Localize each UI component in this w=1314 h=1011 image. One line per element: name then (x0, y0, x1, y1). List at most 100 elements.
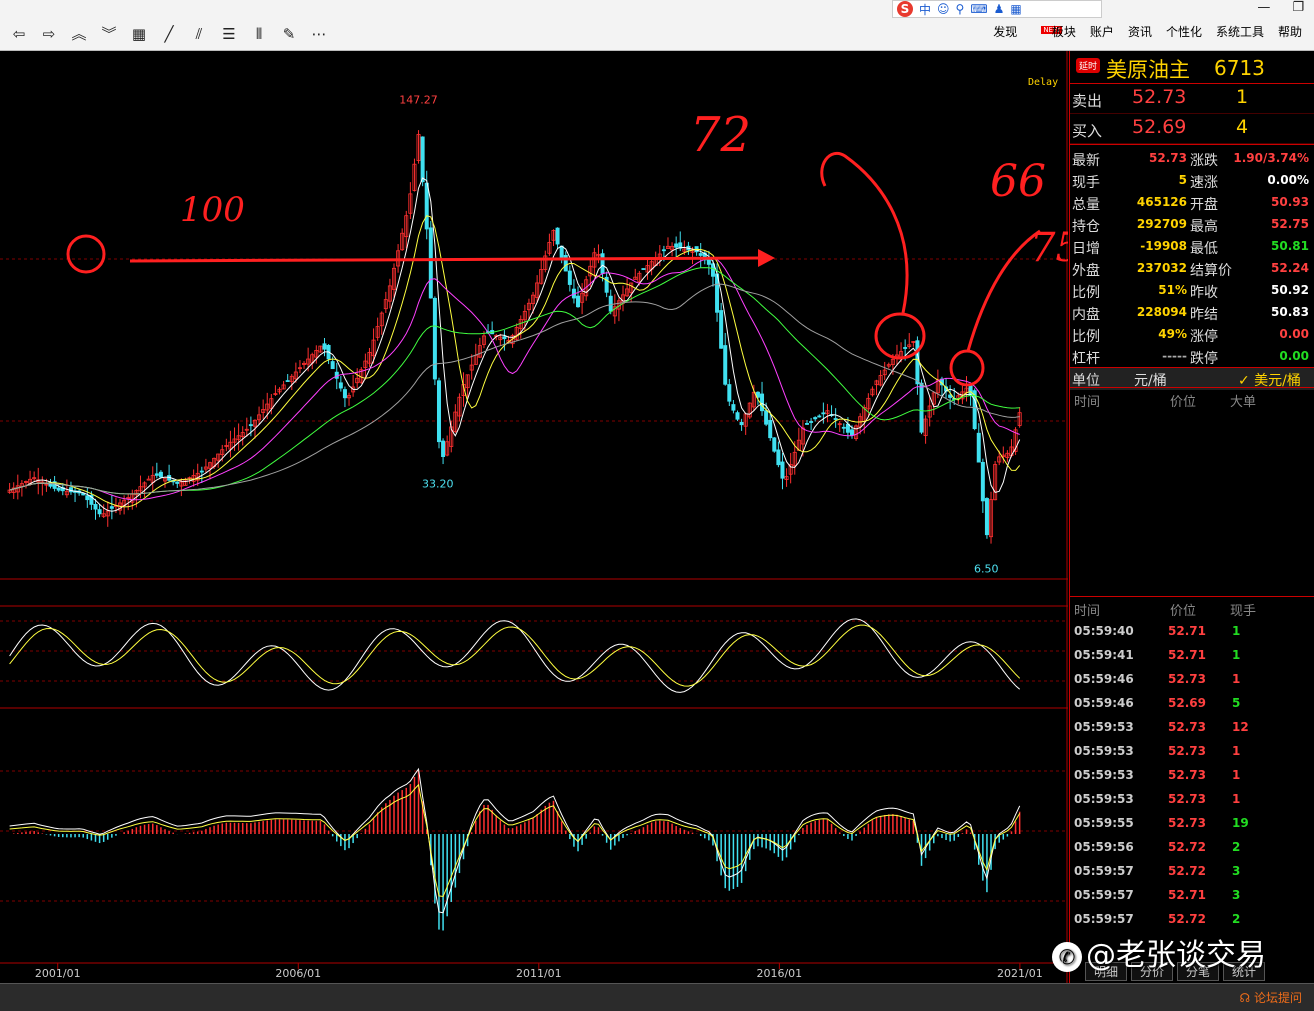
candle-body (772, 437, 777, 452)
candle-body (428, 227, 433, 299)
tick-qty: 1 (1232, 624, 1241, 638)
forum-link[interactable]: ☊ 论坛提问 (1240, 989, 1303, 1006)
x-tick-label: 2016/01 (756, 967, 802, 980)
candle-body (608, 295, 613, 312)
stat-label: 跌停 (1190, 351, 1218, 367)
main-menu: 发现 NEW 板块 账户 资讯 个性化 系统工具 帮助 (993, 23, 1302, 40)
stat-value: 50.81 (1271, 239, 1309, 253)
tick-time: 05:59:53 (1074, 744, 1134, 758)
chart-area[interactable]: 147.27 33.20 6.50 Delay 2001/01 2006/01 2011/0… (0, 51, 1068, 983)
candle-body (698, 253, 703, 256)
menu-item-5[interactable]: 系统工具 (1216, 23, 1264, 40)
ma60-line (9, 283, 1020, 495)
tick-qty: 1 (1232, 768, 1241, 782)
stat-value: 0.00% (1267, 173, 1309, 187)
chevron-up-icon[interactable]: ︽ (66, 24, 92, 44)
stat-label: 现手 (1072, 175, 1100, 191)
tick-time: 05:59:57 (1074, 864, 1134, 878)
candle-body (109, 506, 114, 509)
candle-body (567, 270, 572, 285)
tick-row: 05:59:53 52.73 1 (1070, 739, 1314, 763)
big-header-price: 价位 (1170, 395, 1197, 410)
window-controls: — ❐ (1257, 0, 1304, 15)
tick-row: 05:59:53 52.73 1 (1070, 763, 1314, 787)
tick-time: 05:59:56 (1074, 840, 1134, 854)
minimize-button[interactable]: — (1257, 0, 1270, 15)
menu-item-0[interactable]: 发现 NEW (993, 23, 1062, 40)
back-icon[interactable]: ⇦ (6, 24, 32, 44)
big-order-header: 时间 价位 大单 (1070, 388, 1314, 410)
ime-keyboard-icon[interactable]: ⌨ (970, 2, 987, 16)
buy-row: 买入 52.69 4 (1070, 114, 1314, 144)
ime-logo: S (897, 1, 913, 17)
candle-body (735, 412, 740, 420)
watermark-text: @老张谈交易 (1086, 938, 1266, 973)
candle-body (199, 470, 204, 473)
ime-grid-icon[interactable]: ▦ (1010, 2, 1021, 16)
candle-body (576, 295, 581, 308)
stat-value: 292709 (1136, 217, 1187, 231)
ime-skin-icon[interactable]: ♟ (994, 2, 1005, 16)
tick-price: 52.72 (1168, 840, 1206, 854)
quote-row: 比例 49% 涨停 0.00 (1070, 323, 1314, 345)
candle-body (661, 249, 666, 252)
tick-qty: 1 (1232, 672, 1241, 686)
candle-body (805, 423, 810, 425)
more-icon[interactable]: ⋯ (306, 24, 332, 44)
ime-lang[interactable]: 中 (919, 1, 931, 18)
stat-label: 最低 (1190, 241, 1218, 257)
stat-label: 外盘 (1072, 263, 1100, 279)
vertical-lines-icon[interactable]: ⦀ (246, 24, 272, 44)
restore-button[interactable]: ❐ (1292, 0, 1304, 15)
hand-arrowhead (758, 249, 775, 267)
tick-price: 52.71 (1168, 624, 1206, 638)
stat-label: 昨结 (1190, 307, 1218, 323)
candle-body (768, 419, 773, 439)
buy-qty: 4 (1236, 116, 1249, 138)
stat-label: 日增 (1072, 241, 1100, 257)
menu-item-1[interactable]: 板块 (1052, 23, 1076, 40)
candle-body (739, 421, 744, 426)
ime-emoji-icon[interactable]: ☺ (937, 2, 950, 16)
line-draw-icon[interactable]: ╱ (156, 24, 182, 44)
tick-price: 52.72 (1168, 864, 1206, 878)
kline-chart[interactable]: 147.27 33.20 6.50 Delay 2001/01 2006/01 2011/0… (0, 51, 1068, 983)
tick-row: 05:59:46 52.69 5 (1070, 691, 1314, 715)
stat-value: 228094 (1136, 305, 1187, 319)
layout-icon[interactable]: ▦ (126, 24, 152, 44)
stat-label: 最新 (1072, 153, 1100, 169)
menu-label: 个性化 (1165, 25, 1202, 39)
ime-bar[interactable]: S 中 ☺ ⚲ ⌨ ♟ ▦ (892, 0, 1102, 18)
parallel-line-icon[interactable]: ⫽ (186, 24, 212, 44)
stat-label: 持仓 (1072, 219, 1100, 235)
menu-item-4[interactable]: 个性化 (1166, 23, 1202, 40)
quote-row: 持仓 292709 最高 52.75 (1070, 213, 1314, 235)
candle-body (441, 440, 446, 458)
forward-icon[interactable]: ⇨ (36, 24, 62, 44)
ma20-line (9, 257, 1020, 501)
ime-mic-icon[interactable]: ⚲ (956, 2, 965, 16)
candle-body (600, 253, 605, 274)
price-annotation: 6.50 (974, 562, 999, 575)
tick-list[interactable]: 05:59:40 52.71 1 05:59:41 52.71 1 05:59:46… (1070, 619, 1314, 931)
price-annotation: 33.20 (422, 478, 454, 491)
tick-price: 52.73 (1168, 768, 1206, 782)
menu-item-3[interactable]: 资讯 (1128, 23, 1152, 40)
candle-body (248, 424, 253, 427)
candle-body (809, 421, 814, 423)
quote-row: 现手 5 速涨 0.00% (1070, 169, 1314, 191)
menu-item-2[interactable]: 账户 (1090, 23, 1114, 40)
chevron-down-icon[interactable]: ︾ (96, 24, 122, 44)
tick-time: 05:59:53 (1074, 792, 1134, 806)
tick-row: 05:59:53 52.73 1 (1070, 787, 1314, 811)
eraser-icon[interactable]: ✎ (276, 24, 302, 44)
forum-label: 论坛提问 (1253, 991, 1302, 1005)
candle-body (764, 410, 769, 425)
hand-arrow-line (129, 256, 771, 263)
stat-label: 比例 (1072, 285, 1100, 301)
menu-item-6[interactable]: 帮助 (1278, 23, 1302, 40)
macd-dif-line (9, 767, 1021, 914)
fibonacci-icon[interactable]: ☰ (216, 24, 242, 44)
instrument-code: 6713 (1214, 56, 1265, 80)
candle-body (97, 509, 102, 515)
